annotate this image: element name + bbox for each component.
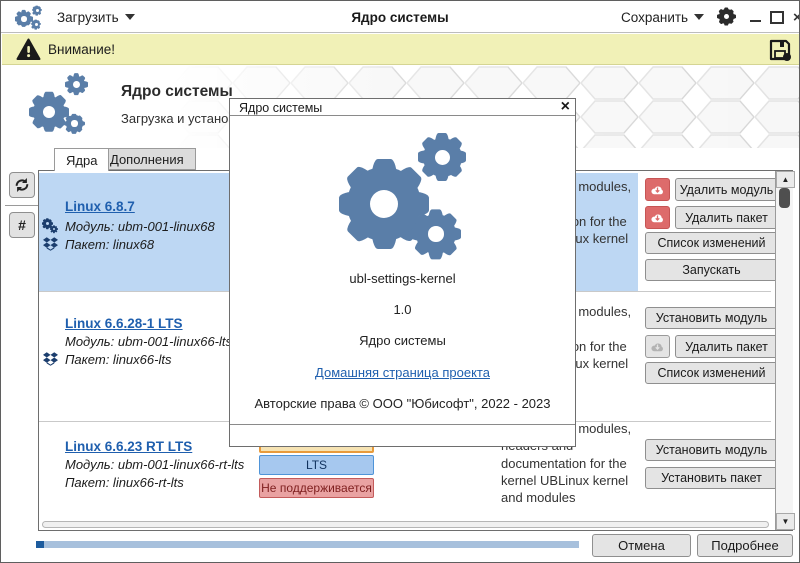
warning-banner: Внимание! [2, 34, 799, 65]
install-module-button[interactable]: Установить модуль [645, 307, 778, 329]
scrollbar-thumb[interactable] [779, 188, 790, 208]
app-window: Загрузить Ядро системы Сохранить × Внима… [0, 0, 800, 563]
refresh-button[interactable] [9, 172, 35, 198]
vertical-scrollbar[interactable]: ▲ ▼ [775, 171, 793, 530]
save-dropdown[interactable]: Сохранить [621, 8, 704, 26]
horizontal-scrollbar[interactable] [42, 521, 769, 528]
app-version: 1.0 [230, 302, 575, 317]
unsupported-badge: Не поддерживается [259, 478, 374, 498]
save-dropdown-label: Сохранить [621, 10, 688, 25]
tab-kernels-label: Ядра [66, 153, 97, 168]
app-logo-gears [26, 71, 116, 139]
cloud-download-icon [649, 341, 666, 353]
install-package-button[interactable]: Установить пакет [645, 467, 778, 489]
cloud-download-icon [649, 184, 666, 196]
kernel-package: Пакет: linux66-rt-lts [65, 475, 184, 490]
cloud-download-button-disabled[interactable] [645, 335, 670, 358]
run-button[interactable]: Запускать [645, 259, 778, 281]
remove-module-button[interactable]: Удалить модуль [675, 178, 778, 201]
cloud-download-icon [649, 212, 666, 224]
kernel-link[interactable]: Linux 6.6.23 RT LTS [65, 439, 192, 454]
minimize-button[interactable] [750, 20, 761, 22]
remove-package-button[interactable]: Удалить пакет [675, 206, 778, 229]
gears-icon [42, 218, 60, 234]
changelog-button[interactable]: Список изменений [645, 362, 778, 384]
hash-button[interactable]: # [9, 212, 35, 238]
settings-gear-icon[interactable] [717, 7, 736, 26]
details-button[interactable]: Подробнее [697, 534, 793, 557]
title-bar: Загрузить Ядро системы Сохранить × [1, 1, 799, 33]
warning-text: Внимание! [48, 42, 115, 57]
dialog-logo-gears [230, 99, 577, 269]
tab-addons[interactable]: Дополнения [98, 148, 196, 170]
scroll-down-button[interactable]: ▼ [776, 513, 795, 530]
cancel-button[interactable]: Отмена [592, 534, 691, 557]
maximize-button[interactable] [770, 11, 784, 24]
scroll-up-button[interactable]: ▲ [776, 171, 795, 188]
remove-package-button[interactable]: Удалить пакет [675, 335, 778, 358]
warning-triangle-icon [16, 38, 41, 61]
copyright-text: Авторские права © ООО "Юбисофт", 2022 - … [230, 396, 575, 411]
app-description: Ядро системы [230, 333, 575, 348]
tab-kernels[interactable]: Ядра [54, 148, 109, 171]
changelog-button[interactable]: Список изменений [645, 232, 778, 254]
kernel-module: Модуль: ubm-001-linux66-lts [65, 334, 232, 349]
kernel-package: Пакет: linux66-lts [65, 352, 171, 367]
page-title: Ядро системы [121, 83, 233, 101]
package-icon [43, 352, 58, 366]
chevron-down-icon [694, 14, 704, 20]
save-floppy-icon[interactable] [768, 38, 792, 62]
homepage-link[interactable]: Домашняя страница проекта [315, 365, 490, 380]
hash-button-label: # [18, 217, 26, 233]
sidebar-divider [5, 205, 39, 206]
cloud-download-button[interactable] [645, 178, 670, 201]
about-dialog: Ядро системы × ubl-settings-kernel 1.0 Я… [229, 98, 576, 447]
lts-badge: LTS [259, 455, 374, 475]
app-name: ubl-settings-kernel [230, 271, 575, 286]
cloud-download-button[interactable] [645, 206, 670, 229]
package-icon [43, 237, 58, 251]
kernel-link[interactable]: Linux 6.8.7 [65, 199, 135, 214]
kernel-module: Модуль: ubm-001-linux66-rt-lts [65, 457, 244, 472]
kernel-module: Модуль: ubm-001-linux68 [65, 219, 215, 234]
install-module-button[interactable]: Установить модуль [645, 439, 778, 461]
progress-bar [36, 541, 579, 548]
dialog-footer-divider [230, 424, 575, 425]
tab-addons-label: Дополнения [110, 152, 184, 167]
progress-bar-value [36, 541, 44, 548]
refresh-icon [13, 176, 31, 194]
kernel-link[interactable]: Linux 6.6.28-1 LTS [65, 316, 183, 331]
kernel-package: Пакет: linux68 [65, 237, 154, 252]
close-button[interactable]: × [793, 10, 800, 25]
